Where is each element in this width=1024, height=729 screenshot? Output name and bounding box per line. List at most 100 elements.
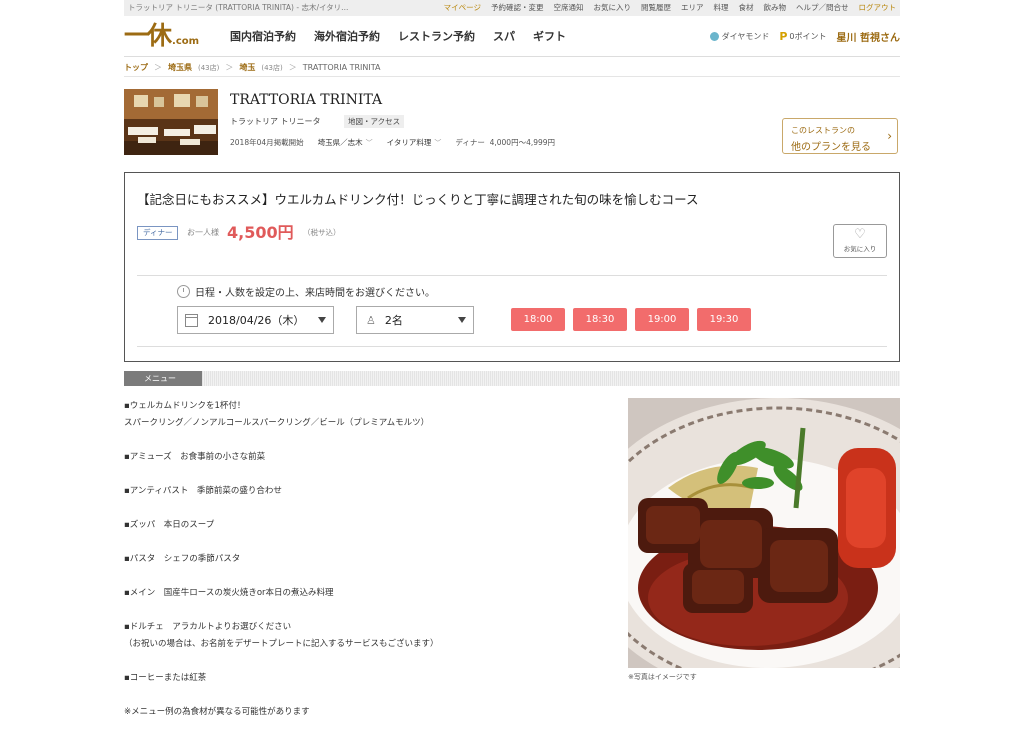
- photo-caption: ※写真はイメージです: [628, 673, 697, 681]
- menu-line: スパークリング／ノンアルコールスパークリング／ビール（プレミアムモルツ）: [124, 418, 430, 428]
- logo-kanji: 一休: [124, 21, 172, 50]
- listed-since: 2018年04月掲載開始: [230, 138, 304, 147]
- time-slot-button[interactable]: 19:30: [697, 308, 751, 331]
- price-range: 4,000円〜4,999円: [489, 138, 556, 147]
- menu-tab-label: メニュー: [124, 371, 202, 386]
- link-cuisine[interactable]: 料理: [714, 0, 729, 16]
- reservation-instruction: 日程・人数を設定の上、来店時間をお選びください。: [177, 284, 435, 299]
- diamond-icon: [709, 31, 719, 41]
- menu-spacer: [124, 466, 614, 483]
- menu-line: ▪ドルチェ アラカルトよりお選びください: [124, 622, 292, 632]
- date-value: 2018/04/26（木）: [208, 314, 305, 327]
- heart-plus-icon: ♡: [854, 227, 866, 242]
- restaurant-meta: 2018年04月掲載開始 埼玉県／志木 ﹀ イタリア料理 ﹀ ディナー 4,000円…: [230, 137, 555, 148]
- menu-spacer: [124, 500, 614, 517]
- points-label: 0ポイント: [789, 31, 827, 41]
- time-slot-button[interactable]: 18:00: [511, 308, 565, 331]
- nav-spa[interactable]: スパ: [493, 28, 515, 44]
- favorite-label: お気に入り: [843, 245, 877, 253]
- chevron-right-icon: ＞: [225, 63, 234, 72]
- price-per-person-label: お一人様: [187, 228, 219, 237]
- chevron-down-icon: ﹀: [434, 139, 442, 147]
- nav-overseas-hotels[interactable]: 海外宿泊予約: [314, 28, 380, 44]
- menu-line: ▪ウェルカムドリンクを1杯付！: [124, 401, 246, 411]
- chevron-right-icon: ＞: [154, 63, 162, 72]
- other-plans-line1: このレストランの: [791, 126, 855, 135]
- party-size-select[interactable]: ♙ 2名: [356, 306, 474, 334]
- menu-list: ▪ウェルカムドリンクを1杯付！ スパークリング／ノンアルコールスパークリング／ビー…: [124, 398, 614, 721]
- date-select[interactable]: 2018/04/26（木）: [177, 306, 334, 334]
- plan-card: 【記念日にもおススメ】ウエルカムドリンク付！じっくりと丁寧に調理された旬の味を愉…: [124, 172, 900, 362]
- menu-section-header: メニュー: [124, 371, 900, 386]
- link-help[interactable]: ヘルプ／問合せ: [796, 0, 849, 16]
- person-icon: ♙: [366, 313, 376, 327]
- menu-spacer: [124, 568, 614, 585]
- breadcrumb-area-count: (43店): [261, 64, 283, 72]
- site-header: 一休 .com 国内宿泊予約 海外宿泊予約 レストラン予約 スパ ギフト ダイヤ…: [124, 16, 900, 57]
- chevron-down-icon: ﹀: [365, 139, 373, 147]
- menu-line: （お祝いの場合は、お名前をデザートプレートに記入するサービスもございます）: [124, 639, 439, 649]
- breadcrumb: トップ ＞ 埼玉県 (43店) ＞ 埼玉 (43店) ＞ TRATTORIA T…: [124, 60, 900, 77]
- utility-links: マイページ 予約確認・変更 空席通知 お気に入り 閲覧履歴 エリア 料理 食材 …: [444, 0, 896, 16]
- plan-price: 4,500円: [227, 223, 294, 242]
- logo-suffix: .com: [172, 36, 200, 47]
- clock-icon: [177, 285, 190, 298]
- points[interactable]: P 0ポイント: [779, 30, 826, 43]
- location-dropdown[interactable]: 埼玉県／志木 ﹀: [318, 137, 373, 148]
- nav-domestic-hotels[interactable]: 国内宿泊予約: [230, 28, 296, 44]
- time-slot-button[interactable]: 18:30: [573, 308, 627, 331]
- favorite-button[interactable]: ♡ お気に入り: [833, 224, 887, 258]
- chevron-right-icon: ＞: [288, 63, 297, 72]
- breadcrumb-area[interactable]: 埼玉: [239, 60, 255, 76]
- menu-line: ※メニュー例の為食材が異なる可能性があります: [124, 707, 310, 717]
- menu-spacer: [124, 602, 614, 619]
- chevron-right-icon: ›: [887, 129, 892, 143]
- link-ingredients[interactable]: 食材: [739, 0, 754, 16]
- restaurant-interior-photo[interactable]: [124, 89, 218, 155]
- restaurant-name: TRATTORIA TRINITA: [230, 92, 383, 108]
- link-vacancy-notice[interactable]: 空席通知: [554, 0, 584, 16]
- divider: [137, 275, 887, 276]
- menu-line: ▪ズッパ 本日のスープ: [124, 520, 215, 530]
- menu-spacer: [124, 653, 614, 670]
- link-area[interactable]: エリア: [681, 0, 704, 16]
- course-dish-photo: [628, 398, 900, 668]
- cuisine-label: イタリア料理: [386, 138, 432, 147]
- breadcrumb-current: TRATTORIA TRINITA: [302, 63, 381, 72]
- menu-spacer: [124, 432, 614, 449]
- cuisine-dropdown[interactable]: イタリア料理 ﹀: [387, 137, 442, 148]
- link-reservation-check[interactable]: 予約確認・変更: [491, 0, 544, 16]
- menu-spacer: [124, 534, 614, 551]
- points-icon: P: [779, 29, 788, 43]
- user-name[interactable]: 星川 哲視さん: [837, 29, 900, 44]
- link-favorites[interactable]: お気に入り: [594, 0, 632, 16]
- top-utility-bar: トラットリア トリニータ (TRATTORIA TRINITA) - 志木/イタ…: [124, 0, 900, 16]
- nav-gift[interactable]: ギフト: [533, 28, 566, 44]
- caret-down-icon: [318, 317, 326, 323]
- link-logout[interactable]: ログアウト: [859, 0, 897, 16]
- other-plans-button[interactable]: このレストランの 他のプランを見る ›: [782, 118, 898, 154]
- breadcrumb-top[interactable]: トップ: [124, 60, 148, 76]
- map-access-link[interactable]: 地図・アクセス: [344, 115, 405, 128]
- ikyu-logo[interactable]: 一休 .com: [124, 23, 199, 49]
- time-slot-button[interactable]: 19:00: [635, 308, 689, 331]
- calendar-icon: [185, 313, 198, 327]
- dinner-label: ディナー: [455, 138, 485, 147]
- plan-title: 【記念日にもおススメ】ウエルカムドリンク付！じっくりと丁寧に調理された旬の味を愉…: [137, 192, 699, 207]
- tax-note: （税サ込）: [303, 228, 341, 237]
- menu-line: ▪パスタ シェフの季節パスタ: [124, 554, 241, 564]
- party-size-value: 2名: [384, 314, 403, 327]
- link-history[interactable]: 閲覧履歴: [641, 0, 671, 16]
- nav-restaurants[interactable]: レストラン予約: [398, 28, 475, 44]
- menu-line: ▪アミューズ お食事前の小さな前菜: [124, 452, 266, 462]
- dinner-badge: ディナー: [137, 226, 179, 240]
- instruction-text: 日程・人数を設定の上、来店時間をお選びください。: [195, 288, 435, 299]
- breadcrumb-prefecture[interactable]: 埼玉県: [168, 60, 192, 76]
- global-nav: 国内宿泊予約 海外宿泊予約 レストラン予約 スパ ギフト: [230, 16, 566, 56]
- membership-rank[interactable]: ダイヤモンド: [709, 31, 769, 42]
- divider: [137, 346, 887, 347]
- other-plans-line2: 他のプランを見る: [791, 142, 871, 153]
- link-drinks[interactable]: 飲み物: [764, 0, 787, 16]
- link-mypage[interactable]: マイページ: [444, 0, 481, 16]
- dinner-price-range: ディナー 4,000円〜4,999円: [455, 137, 555, 148]
